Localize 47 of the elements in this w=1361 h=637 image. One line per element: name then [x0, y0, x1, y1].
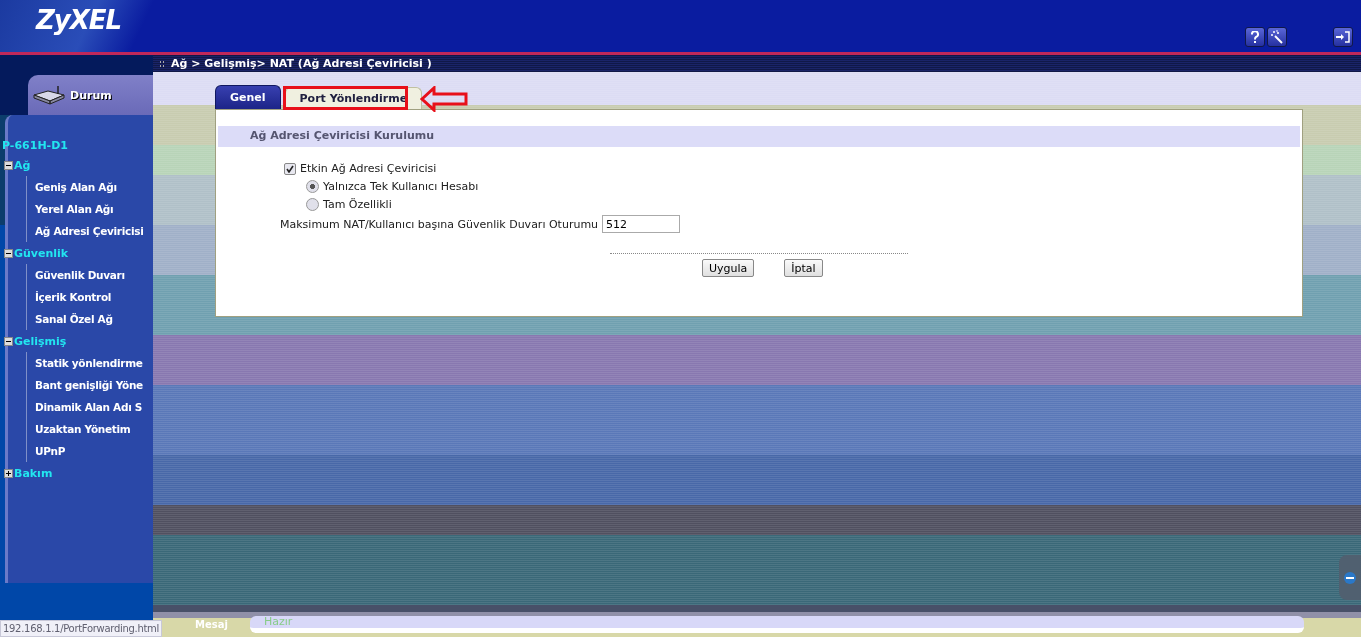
- url-tooltip: 192.168.1.1/PortForwarding.html: [0, 620, 162, 637]
- sidebar-item[interactable]: Bant genişliği Yöne: [35, 379, 143, 391]
- arrow-icon: [420, 86, 468, 112]
- sidebar-item[interactable]: UPnP: [35, 445, 66, 457]
- sidebar-group[interactable]: Bakım: [14, 466, 53, 480]
- checkbox[interactable]: [284, 162, 296, 175]
- cancel-button[interactable]: İptal: [784, 259, 823, 277]
- section-title: Ağ Adresi Çeviricisi Kurulumu: [218, 126, 1300, 147]
- radio-label: Yalnızca Tek Kullanıcı Hesabı: [323, 180, 479, 193]
- collapse-icon[interactable]: [4, 160, 13, 170]
- sidebar-item[interactable]: Statik yönlendirme: [35, 357, 143, 369]
- field-label: Maksimum NAT/Kullanıcı başına Güvenlik Duvarı Oturumu: [280, 217, 599, 231]
- sidebar-item[interactable]: Sanal Özel Ağ: [35, 313, 113, 325]
- input-field[interactable]: 512: [602, 215, 681, 233]
- expand-icon[interactable]: [4, 468, 13, 478]
- sidebar-item[interactable]: Güvenlik Duvarı: [35, 269, 125, 281]
- collapse-icon[interactable]: [4, 248, 13, 258]
- sidebar-item[interactable]: Ağ Adresi Çeviricisi: [35, 225, 144, 237]
- radio-button[interactable]: [306, 180, 319, 193]
- magic-wand-icon: [1270, 30, 1284, 44]
- sidebar-group[interactable]: Güvenlik: [14, 246, 69, 260]
- question-mark-icon: [1251, 31, 1259, 43]
- router-icon: [32, 85, 66, 105]
- tab[interactable]: Genel: [215, 85, 281, 109]
- message-label: Mesaj: [195, 618, 228, 630]
- checkbox-label: Etkin Ağ Adresi Çeviricisi: [300, 162, 437, 175]
- sidebar-item[interactable]: Dinamik Alan Adı S: [35, 401, 143, 413]
- collapse-icon[interactable]: [4, 336, 13, 346]
- side-handle[interactable]: [1339, 555, 1361, 600]
- radio-label: Tam Özellikli: [323, 198, 392, 211]
- sidebar-group[interactable]: Gelişmiş: [14, 334, 67, 348]
- sidebar-item[interactable]: Geniş Alan Ağı: [35, 181, 117, 193]
- device-name: P-661H-D1: [2, 139, 69, 152]
- status-tab[interactable]: Durum: [28, 75, 153, 115]
- sidebar-item[interactable]: Yerel Alan Ağı: [35, 203, 114, 215]
- help-button[interactable]: [1245, 27, 1265, 47]
- radio-button[interactable]: [306, 198, 319, 211]
- exit-door-icon: [1336, 31, 1350, 43]
- breadcrumb: Ağ > Gelişmiş> NAT (Ağ Adresi Çeviricisi ): [171, 57, 432, 70]
- apply-button[interactable]: Uygula: [702, 259, 755, 277]
- logo: ZyXEL: [36, 4, 122, 35]
- sidebar-item[interactable]: Uzaktan Yönetim: [35, 423, 131, 435]
- message-field: Hazır: [249, 615, 1304, 633]
- sidebar-item[interactable]: İçerik Kontrol: [35, 291, 112, 303]
- logout-button[interactable]: [1333, 27, 1353, 47]
- wizard-button[interactable]: [1267, 27, 1287, 47]
- sidebar-group[interactable]: Ağ: [14, 158, 31, 172]
